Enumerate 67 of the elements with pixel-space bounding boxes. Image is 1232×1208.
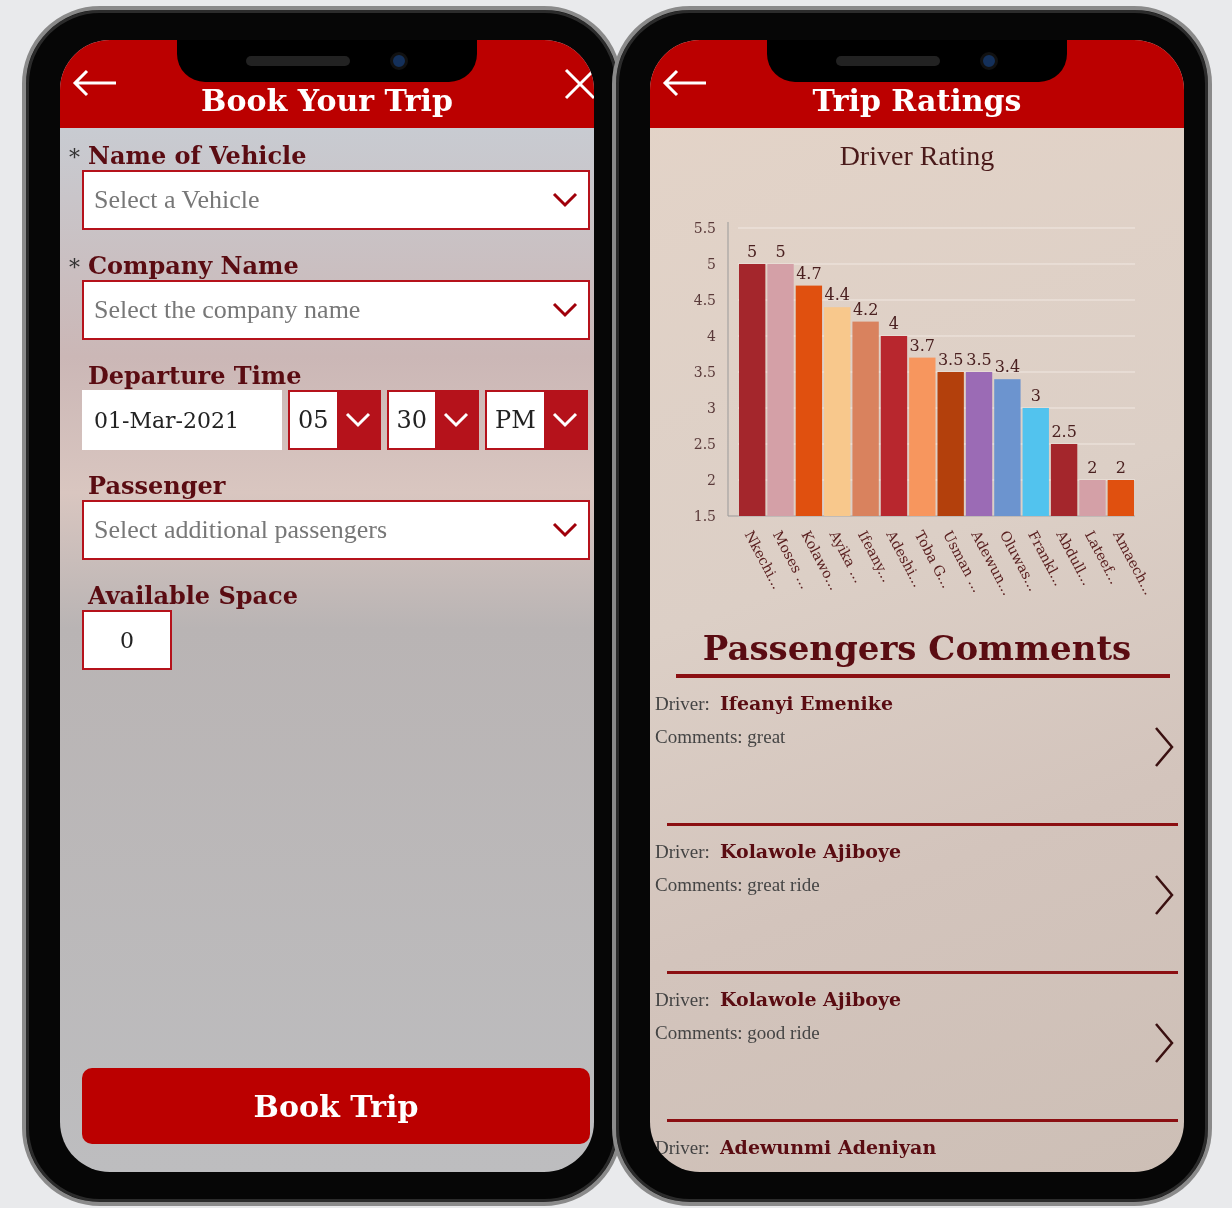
driver-label: Driver: <box>655 841 710 863</box>
chevron-down-icon <box>552 302 578 318</box>
driver-label: Driver: <box>655 693 710 715</box>
field-label: Available Space <box>88 581 298 610</box>
y-tick-label: 2.5 <box>693 436 716 452</box>
chevron-down-icon <box>344 412 371 428</box>
driver-label: Driver: <box>655 989 710 1011</box>
dropdown-field[interactable]: Select additional passengers <box>82 500 590 560</box>
chart-title: Driver Rating <box>838 140 996 172</box>
comment-text: Comments: great <box>655 726 786 748</box>
driver-name: Adewunmi Adeniyan <box>719 1136 937 1158</box>
close-icon[interactable] <box>564 68 594 100</box>
y-tick-label: 3 <box>707 400 716 416</box>
dropdown-field[interactable]: Select a Vehicle <box>82 170 590 230</box>
bar-value-label: 5 <box>747 242 758 261</box>
time-dropdown[interactable]: 05 <box>288 390 381 450</box>
book-trip-button[interactable]: Book Trip <box>82 1068 590 1144</box>
date-field[interactable]: 01-Mar-2021 <box>82 390 282 450</box>
dropdown-field[interactable]: Select the company name <box>82 280 590 340</box>
bar-value-label: 3.5 <box>966 350 992 369</box>
driver-name: Ifeanyi Emenike <box>719 692 893 714</box>
chevron-down-icon <box>552 522 578 538</box>
y-tick-label: 4.5 <box>693 292 716 308</box>
chevron-down-icon <box>443 412 470 428</box>
chevron-right-icon[interactable] <box>1154 1022 1174 1064</box>
chevron-right-icon[interactable] <box>1154 874 1174 916</box>
driver-name: Kolawole Ajiboye <box>719 840 902 862</box>
bar-value-label: 2 <box>1115 458 1126 477</box>
bar-value-label: 3.4 <box>994 357 1021 377</box>
field-label: Passenger <box>88 471 226 500</box>
chevron-down-icon <box>551 412 578 428</box>
field-label: Name of Vehicle <box>88 141 307 170</box>
field-label: Company Name <box>88 251 299 280</box>
y-tick-label: 3.5 <box>693 364 716 380</box>
screen-title: Book Your Trip <box>201 83 453 118</box>
section-title: Passengers Comments <box>701 628 1133 668</box>
screen-title: Trip Ratings <box>812 83 1022 118</box>
time-dropdown[interactable]: PM <box>485 390 588 450</box>
comment-text: Comments: great ride <box>655 874 820 896</box>
bar-value-label: 2.5 <box>1051 422 1077 441</box>
bar-value-label: 3.5 <box>937 350 964 369</box>
chevron-right-icon[interactable] <box>1154 726 1174 768</box>
bar-value-label: 2 <box>1087 458 1098 477</box>
camera-lens <box>390 52 408 70</box>
number-field[interactable]: 0 <box>82 610 172 670</box>
bar-value-label: 3 <box>1030 386 1041 405</box>
y-tick-label: 4 <box>707 328 716 344</box>
y-tick-label: 1.5 <box>693 508 716 524</box>
back-arrow-icon[interactable] <box>72 68 118 98</box>
required-mark: * <box>68 255 80 280</box>
bar-value-label: 4.7 <box>796 263 822 283</box>
time-dropdown[interactable]: 30 <box>386 390 480 450</box>
bar-value-label: 4.4 <box>824 285 850 305</box>
bar-value-label: 4.2 <box>852 299 879 319</box>
required-mark: * <box>68 145 80 170</box>
chevron-down-icon <box>552 192 578 208</box>
driver-name: Kolawole Ajiboye <box>719 988 902 1010</box>
y-tick-label: 5 <box>707 256 716 272</box>
field-label: Departure Time <box>88 361 302 390</box>
bar-value-label: 5 <box>775 242 786 261</box>
bar-value-label: 3.7 <box>909 335 936 355</box>
camera-lens <box>980 52 998 70</box>
y-tick-label: 2 <box>707 472 716 488</box>
y-tick-label: 5.5 <box>693 220 716 236</box>
back-arrow-icon[interactable] <box>662 68 708 98</box>
comment-text: Comments: good ride <box>655 1022 820 1044</box>
bar-value-label: 4 <box>888 314 900 333</box>
